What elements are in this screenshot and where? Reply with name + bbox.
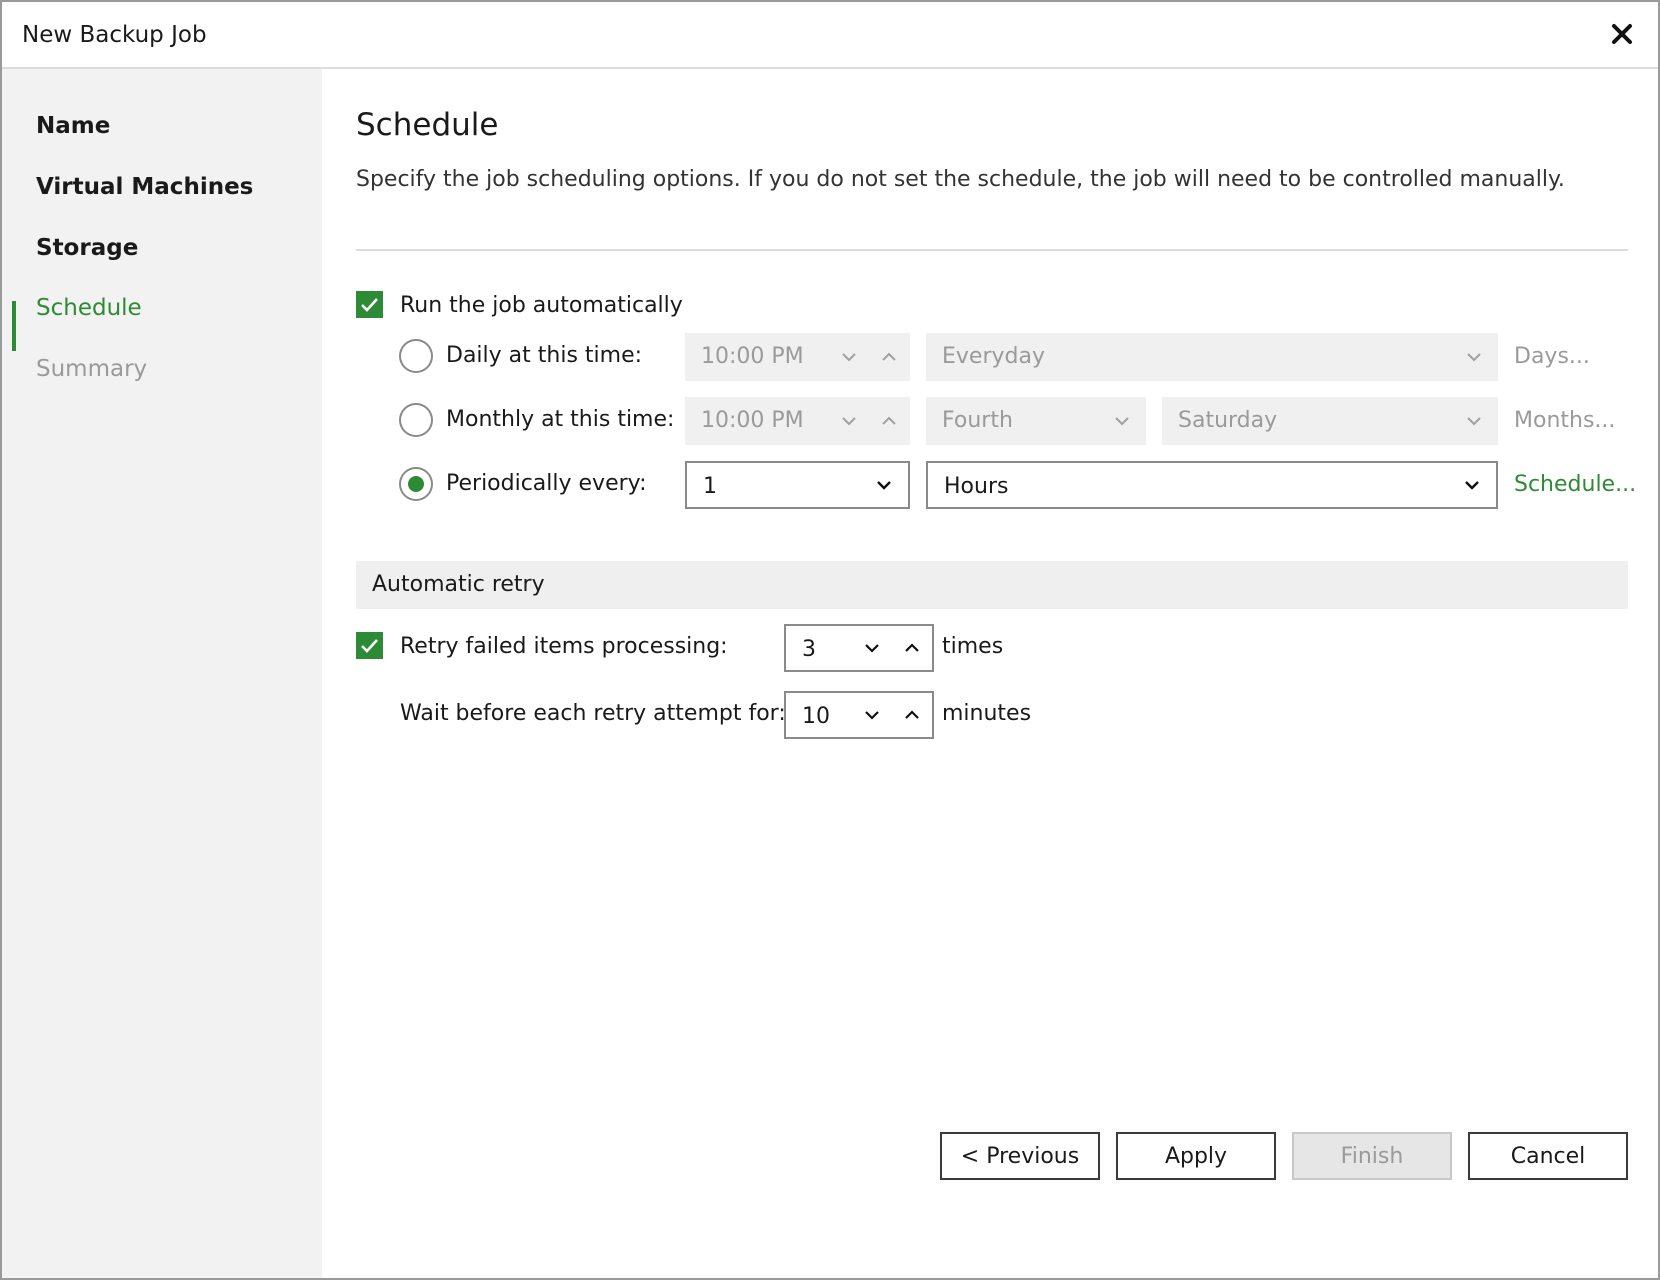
page-title: Schedule xyxy=(356,107,499,143)
daily-days-select: Everyday xyxy=(926,333,1498,381)
chevron-up-icon[interactable] xyxy=(894,693,930,737)
finish-button: Finish xyxy=(1292,1132,1452,1180)
retry-failed-checkbox[interactable] xyxy=(356,632,383,659)
chevron-down-icon[interactable] xyxy=(854,693,890,737)
monthly-radio[interactable] xyxy=(399,403,433,437)
active-step-marker xyxy=(12,301,16,351)
chevron-down-icon xyxy=(1456,397,1492,445)
monthly-week-select: Fourth xyxy=(926,397,1146,445)
run-automatically-checkbox[interactable] xyxy=(356,291,383,318)
checkmark-icon xyxy=(361,297,378,312)
window-title: New Backup Job xyxy=(22,22,207,48)
chevron-down-icon xyxy=(1454,463,1490,507)
daily-radio[interactable] xyxy=(399,339,433,373)
page-description: Specify the job scheduling options. If y… xyxy=(356,167,1565,192)
apply-button[interactable]: Apply xyxy=(1116,1132,1276,1180)
period-value-select[interactable]: 1 xyxy=(685,461,910,509)
daily-time-stepper: 10:00 PM xyxy=(685,333,910,381)
periodically-label: Periodically every: xyxy=(446,471,647,496)
checkmark-icon xyxy=(361,638,378,653)
wizard-content: Schedule Specify the job scheduling opti… xyxy=(322,69,1658,1278)
monthly-time-stepper: 10:00 PM xyxy=(685,397,910,445)
title-bar: New Backup Job xyxy=(2,2,1658,69)
chevron-down-icon xyxy=(1104,397,1140,445)
sidebar-item-schedule[interactable]: Schedule xyxy=(36,295,142,321)
wait-label: Wait before each retry attempt for: xyxy=(400,701,786,726)
chevron-down-icon xyxy=(831,333,867,381)
previous-button[interactable]: < Previous xyxy=(940,1132,1100,1180)
cancel-button[interactable]: Cancel xyxy=(1468,1132,1628,1180)
period-unit-select[interactable]: Hours xyxy=(926,461,1498,509)
dialog-window: New Backup Job Name Virtual Machines Sto… xyxy=(0,0,1660,1280)
wait-unit-label: minutes xyxy=(942,701,1032,726)
monthly-day-select: Saturday xyxy=(1162,397,1498,445)
chevron-down-icon xyxy=(866,463,902,507)
chevron-down-icon[interactable] xyxy=(854,626,890,670)
wait-minutes-stepper[interactable]: 10 xyxy=(784,691,934,739)
retry-failed-label: Retry failed items processing: xyxy=(400,634,728,659)
schedule-link[interactable]: Schedule... xyxy=(1514,472,1636,497)
monthly-label: Monthly at this time: xyxy=(446,407,675,432)
monthly-months-link: Months... xyxy=(1514,408,1616,433)
automatic-retry-header: Automatic retry xyxy=(356,561,1628,609)
close-icon[interactable] xyxy=(1604,16,1640,52)
wizard-sidebar: Name Virtual Machines Storage Schedule S… xyxy=(2,69,322,1278)
automatic-retry-title: Automatic retry xyxy=(372,572,545,597)
sidebar-item-storage[interactable]: Storage xyxy=(36,235,138,261)
sidebar-item-virtual-machines[interactable]: Virtual Machines xyxy=(36,174,253,200)
periodically-radio[interactable] xyxy=(399,467,433,501)
retry-unit-label: times xyxy=(942,634,1004,659)
daily-label: Daily at this time: xyxy=(446,343,643,368)
sidebar-item-name[interactable]: Name xyxy=(36,113,110,139)
chevron-down-icon xyxy=(831,397,867,445)
divider xyxy=(356,249,1628,251)
chevron-down-icon xyxy=(1456,333,1492,381)
retry-count-stepper[interactable]: 3 xyxy=(784,624,934,672)
daily-days-link: Days... xyxy=(1514,344,1590,369)
run-automatically-label: Run the job automatically xyxy=(400,293,683,318)
chevron-up-icon[interactable] xyxy=(894,626,930,670)
chevron-up-icon xyxy=(871,397,907,445)
sidebar-item-summary: Summary xyxy=(36,356,148,382)
chevron-up-icon xyxy=(871,333,907,381)
